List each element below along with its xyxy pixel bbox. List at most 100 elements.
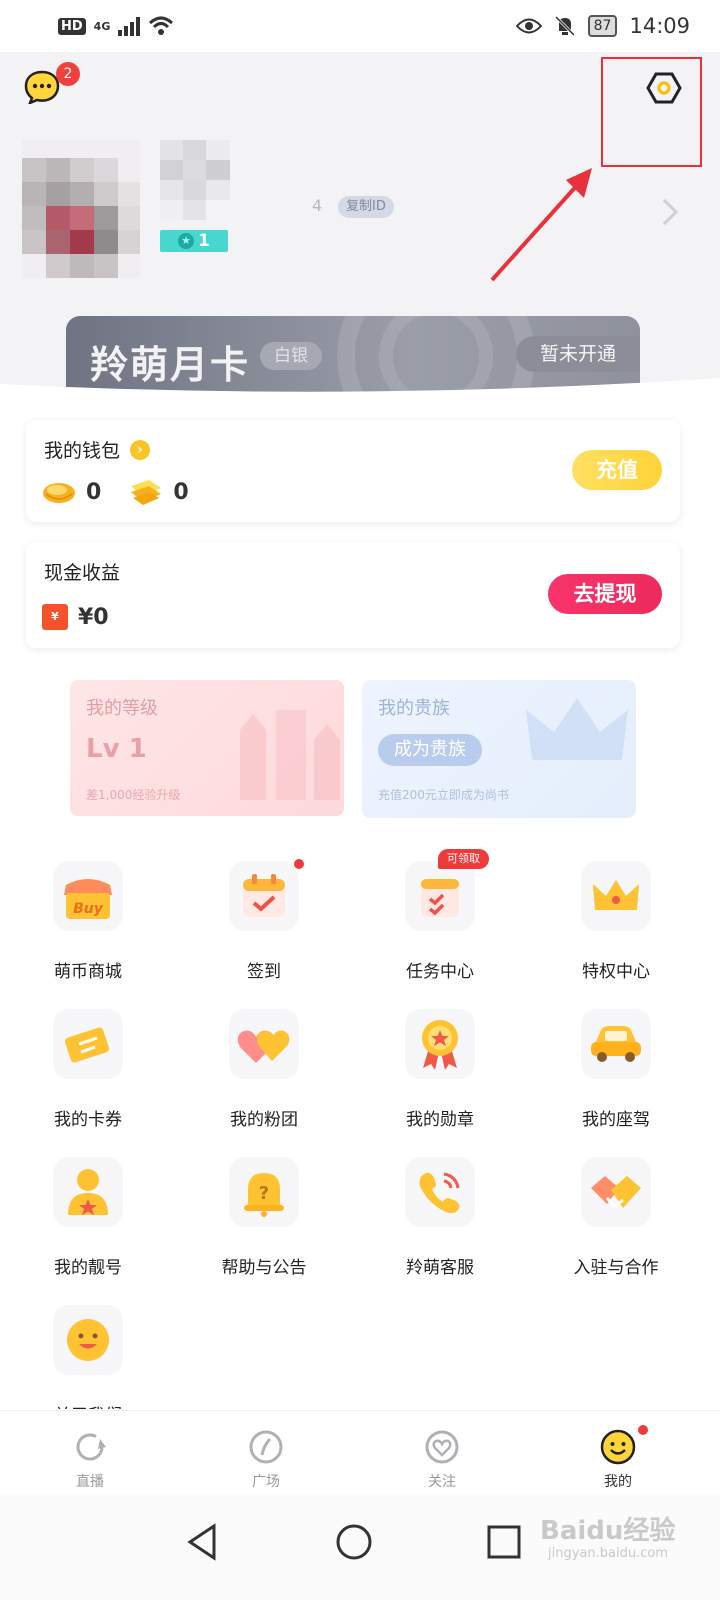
watermark-url: jingyan.baidu.com [548,1546,668,1561]
coin-balance: 0 [173,479,189,505]
grid-item-shop[interactable]: Buy 萌币商城 [0,855,176,995]
nav-tab-me[interactable]: 我的 [528,1411,708,1495]
grid-item-label: 特权中心 [582,962,650,982]
grid-item-about[interactable]: 关于我们 [0,1299,176,1409]
buildings-decoration [240,710,340,800]
nav-label-live: 直播 [76,1474,104,1490]
notification-dot [638,1425,648,1435]
vip-status-button[interactable]: 暂未开通 [516,336,640,372]
nav-tab-following[interactable]: 关注 [352,1411,532,1495]
message-icon[interactable] [24,70,60,104]
chevron-right-icon[interactable] [660,196,680,228]
clock: 14:09 [629,14,690,38]
grid-item-tasks[interactable]: 可领取 任务中心 [352,849,528,995]
live-icon [76,1433,106,1461]
hd-indicator: HD [58,17,86,35]
heart-circle-icon [425,1430,459,1464]
recents-icon[interactable] [484,1522,524,1562]
grid-item-label: 我的粉团 [230,1110,298,1130]
wallet-card[interactable]: 我的钱包 › 0 0 充值 [26,420,680,522]
grid-item-label: 签到 [247,962,281,982]
become-noble-button[interactable]: 成为贵族 [378,734,482,766]
nav-tab-square[interactable]: 广场 [176,1411,356,1495]
grid-item-special-id[interactable]: 我的靓号 [0,1151,176,1291]
message-badge: 2 [56,62,80,86]
grid-item-label: 我的靓号 [54,1258,122,1278]
shop-icon-text: Buy [73,901,104,917]
grid-item-partnership[interactable]: 入驻与合作 [528,1151,704,1291]
grid-item-fan-group[interactable]: 我的粉团 [176,1003,352,1143]
wifi-icon [149,16,174,35]
crown-decoration [526,698,628,760]
bell-question-icon: ? [229,1157,299,1227]
annotation-arrow [490,168,592,282]
nav-tab-live[interactable]: 直播 [0,1411,180,1495]
network-type: 4G [93,19,111,33]
wallet-title: 我的钱包 [44,440,121,462]
recharge-button[interactable]: 充值 [572,450,662,490]
income-card[interactable]: 现金收益 ¥ ¥0 去提现 [26,542,680,648]
shop-icon: Buy [53,861,123,931]
smiley-icon [53,1305,123,1375]
bean-balance: 0 [86,479,102,505]
vip-tier-badge: 白银 [260,342,322,370]
income-amount: ¥0 [78,604,109,630]
grid-item-checkin[interactable]: 签到 [176,855,352,995]
noble-note: 充值200元立即成为尚书 [378,788,509,802]
compass-icon [249,1430,283,1464]
header-curve [0,378,720,418]
grid-item-label: 我的卡券 [54,1110,122,1130]
star-icon: ★ [178,233,194,249]
smiley-face-icon [600,1429,636,1465]
level-value: Lv 1 [86,734,147,764]
signal-icon [118,16,141,36]
grid-item-privileges[interactable]: 特权中心 [528,855,704,995]
back-icon[interactable] [184,1522,224,1562]
user-star-icon [53,1157,123,1227]
calendar-check-icon [229,861,299,931]
user-id: 4 [312,196,323,215]
settings-highlight [601,57,702,167]
coin-stack-icon [131,480,162,505]
nav-label-square: 广场 [252,1474,280,1490]
ticket-icon [53,1009,123,1079]
notification-dot [294,859,304,869]
noble-card[interactable]: 我的贵族 成为贵族 充值200元立即成为尚书 [362,680,636,818]
grid-item-medals[interactable]: 我的勋章 [352,1003,528,1143]
cash-icon: ¥ [42,604,68,630]
home-icon[interactable] [334,1522,374,1562]
avatar[interactable] [22,140,140,278]
watermark-brand: Baidu经验 [540,1516,676,1546]
grid-item-support[interactable]: 羚萌客服 [352,1151,528,1291]
bottom-nav: 直播 广场 关注 我的 [0,1410,720,1494]
status-bar: HD 4G 87 14:09 [0,0,720,52]
copy-id-button[interactable]: 复制ID [338,196,394,218]
username-mosaic [160,140,230,220]
user-level-badge: ★ 1 [160,230,228,252]
grid-item-coupons[interactable]: 我的卡券 [0,1003,176,1143]
grid-item-label: 帮助与公告 [221,1258,307,1278]
grid-item-help[interactable]: ? 帮助与公告 [176,1151,352,1291]
grid-item-label: 萌币商城 [54,962,122,982]
nav-label-following: 关注 [428,1474,456,1490]
level-progress-note: 差1,000经验升级 [86,788,181,802]
nav-label-me: 我的 [604,1474,632,1490]
grid-item-label: 入驻与合作 [573,1258,659,1278]
battery-indicator: 87 [587,15,618,37]
grid-item-label: 羚萌客服 [406,1258,474,1278]
svg-text:?: ? [259,1183,269,1204]
grid-item-label: 我的座驾 [582,1110,650,1130]
hearts-icon [229,1009,299,1079]
eye-icon [515,18,542,34]
chevron-right-icon[interactable]: › [130,439,151,460]
crown-icon [581,861,651,931]
grid-item-vehicles[interactable]: 我的座驾 [528,1003,704,1143]
medal-icon [405,1009,475,1079]
level-card-title: 我的等级 [86,698,158,719]
level-card[interactable]: 我的等级 Lv 1 差1,000经验升级 [70,680,344,816]
withdraw-button[interactable]: 去提现 [548,574,662,614]
grid-item-label: 任务中心 [406,962,474,982]
grid-item-label: 关于我们 [0,1401,176,1409]
noble-card-title: 我的贵族 [378,698,450,719]
claimable-tag: 可领取 [438,849,489,869]
